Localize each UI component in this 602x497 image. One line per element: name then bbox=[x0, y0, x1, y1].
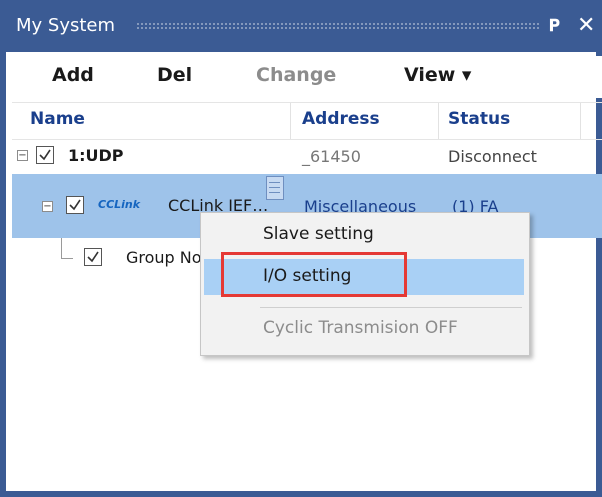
title-grip bbox=[136, 22, 541, 30]
tree-row-udp[interactable]: − 1:UDP _61450 Disconnect bbox=[12, 138, 602, 174]
column-address[interactable]: Address bbox=[302, 109, 380, 129]
collapse-icon[interactable]: − bbox=[17, 150, 28, 161]
column-header: Name Address Status bbox=[12, 102, 602, 140]
tree-item-address: _61450 bbox=[302, 147, 361, 166]
del-button[interactable]: Del bbox=[157, 64, 192, 86]
menu-item-label: Slave setting bbox=[263, 224, 374, 244]
module-config-icon bbox=[266, 176, 284, 200]
menu-separator bbox=[260, 307, 522, 308]
column-divider[interactable] bbox=[290, 103, 291, 139]
menu-item-slave-setting[interactable]: Slave setting bbox=[204, 217, 524, 253]
pin-icon[interactable]: 𝐏 bbox=[549, 0, 560, 52]
device-tag-icon: CCLink bbox=[98, 198, 141, 211]
menu-item-label: Cyclic Transmision OFF bbox=[263, 318, 458, 338]
checkbox-checked-icon[interactable] bbox=[66, 196, 84, 214]
view-dropdown-button[interactable]: View ▾ bbox=[404, 64, 471, 86]
highlight-box bbox=[221, 252, 407, 297]
panel-title: My System bbox=[16, 15, 116, 36]
checkbox-checked-icon[interactable] bbox=[84, 248, 102, 266]
close-icon[interactable]: ✕ bbox=[577, 0, 595, 52]
toolbar: Add Del Change View ▾ bbox=[12, 56, 602, 98]
column-divider[interactable] bbox=[580, 103, 581, 139]
tree-item-name: Group No bbox=[126, 248, 202, 267]
tree-item-name: 1:UDP bbox=[68, 146, 124, 165]
change-button[interactable]: Change bbox=[256, 64, 336, 86]
tree-item-status: Disconnect bbox=[448, 147, 537, 166]
column-name[interactable]: Name bbox=[30, 109, 85, 129]
checkbox-checked-icon[interactable] bbox=[36, 146, 54, 164]
column-divider[interactable] bbox=[438, 103, 439, 139]
title-bar[interactable]: My System 𝐏 ✕ bbox=[6, 0, 602, 52]
collapse-icon[interactable]: − bbox=[42, 201, 53, 212]
menu-item-cyclic-transmission-off[interactable]: Cyclic Transmision OFF bbox=[204, 311, 524, 347]
add-button[interactable]: Add bbox=[52, 64, 94, 86]
column-status[interactable]: Status bbox=[448, 109, 510, 129]
